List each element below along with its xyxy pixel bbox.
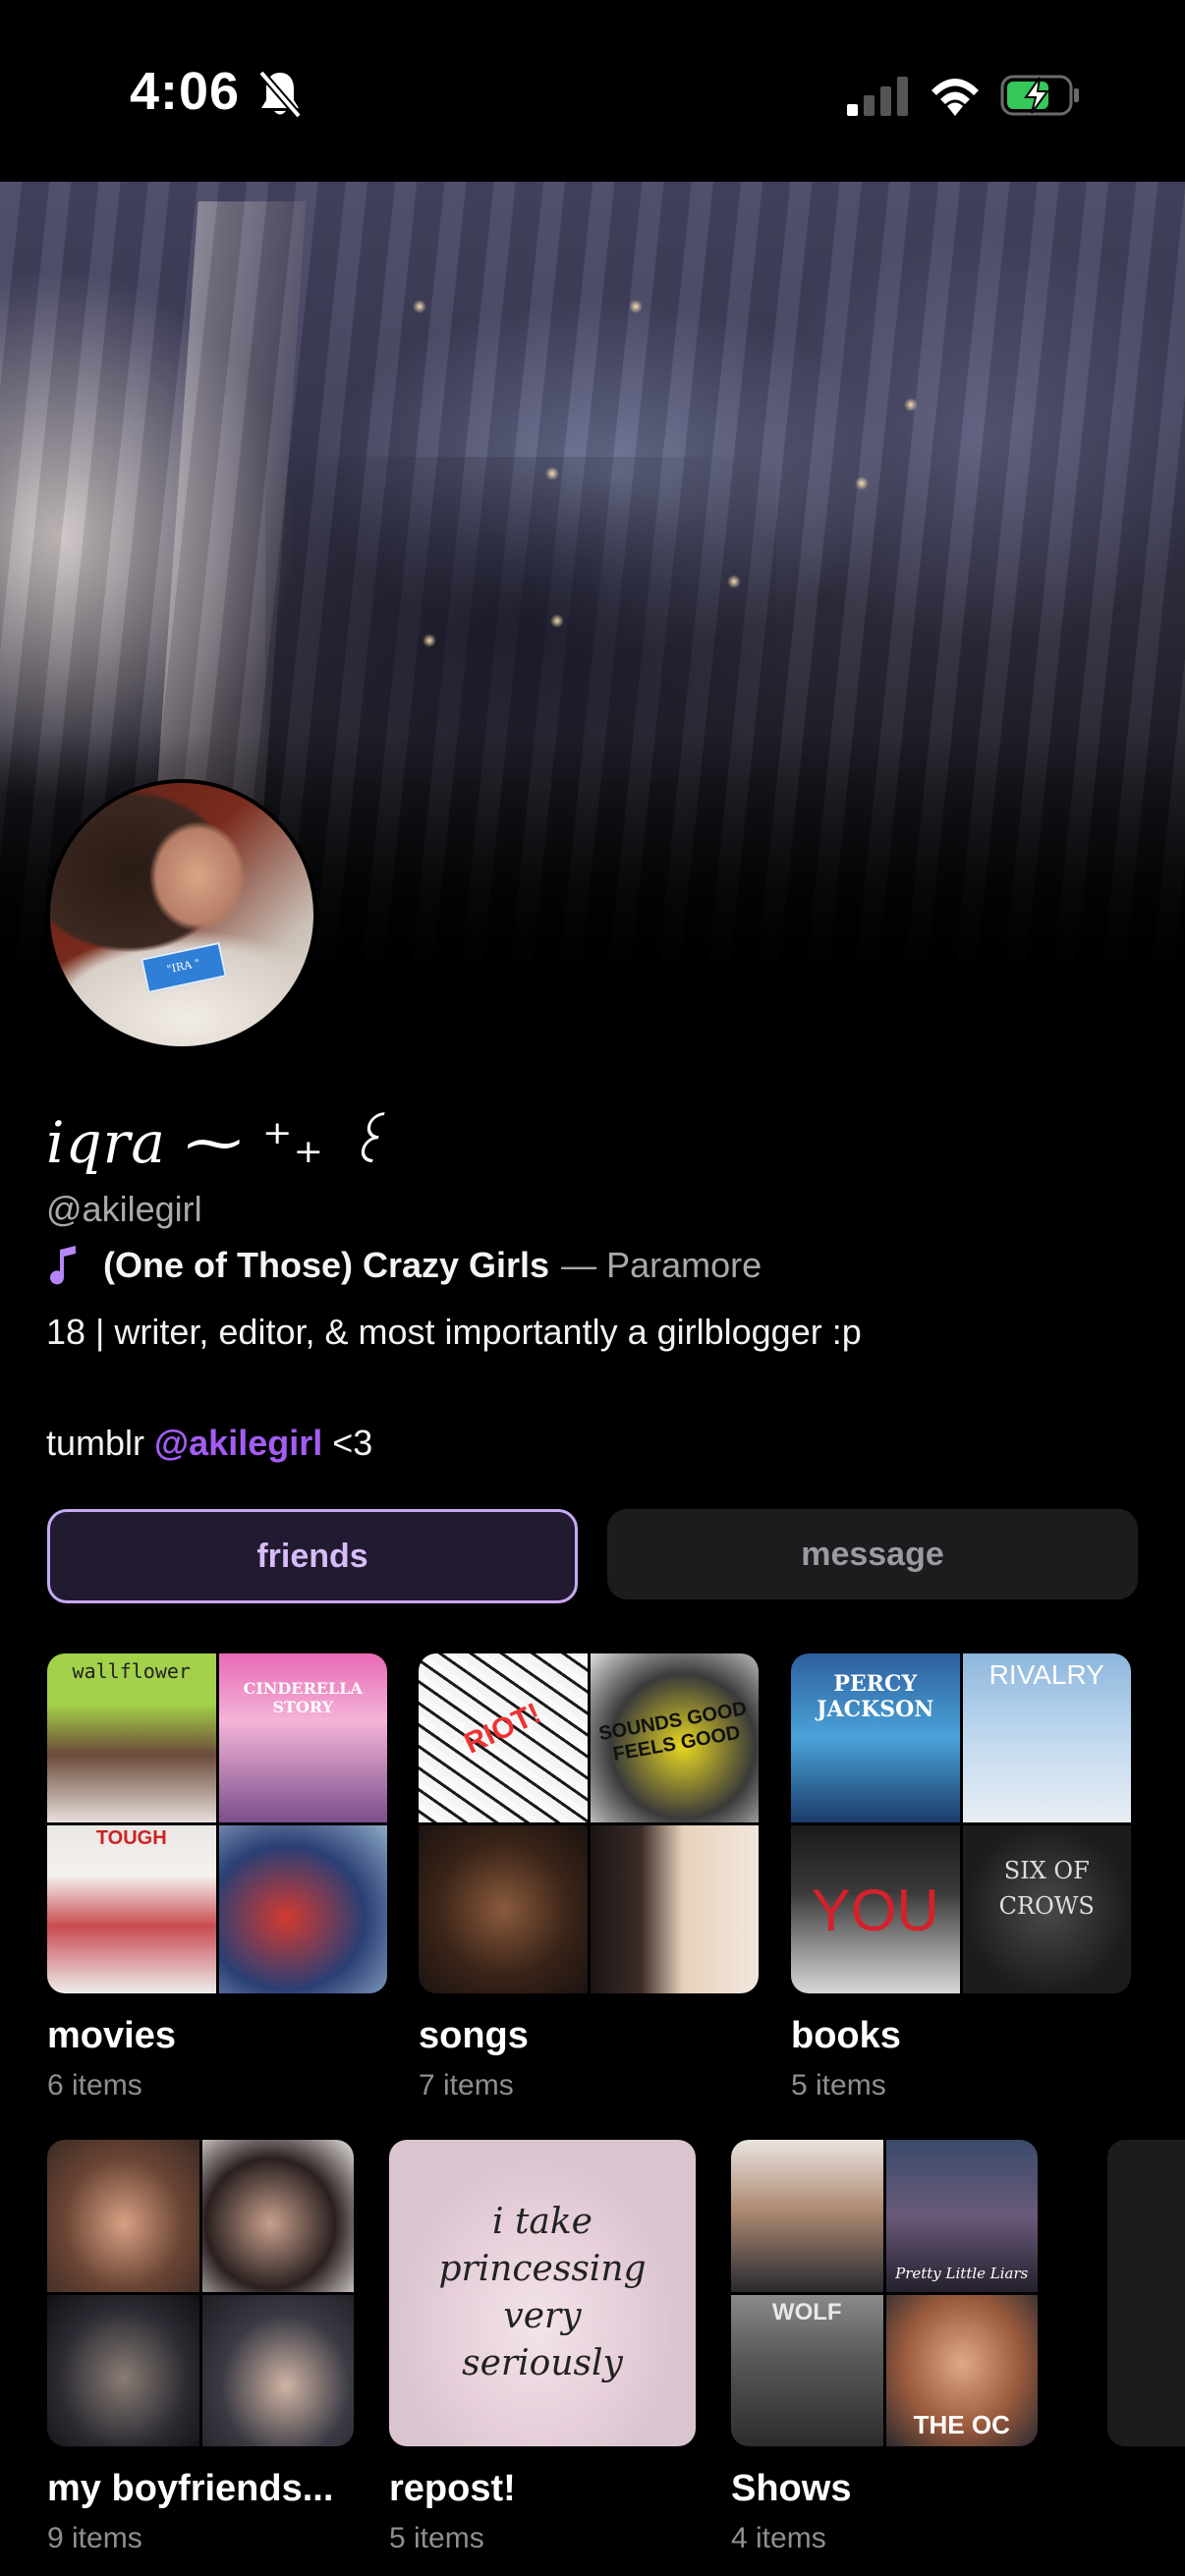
avatar-card: "IRA " <box>141 941 227 994</box>
cover-sounds-good-feels-good: SOUNDS GOOD FEELS GOOD <box>590 1653 759 1822</box>
tumblr-link-line: tumblr @akilegirl <3 <box>46 1423 372 1464</box>
bio: 18 | writer, editor, & most importantly … <box>46 1312 862 1352</box>
cellular-signal-icon <box>847 77 908 116</box>
now-playing[interactable]: (One of Those) Crazy Girls — Paramore <box>46 1245 762 1286</box>
collection-peek-next[interactable] <box>1107 2140 1185 2446</box>
collection-count: 5 items <box>791 2069 886 2101</box>
song-separator: — <box>561 1245 597 1285</box>
cover-john-tucker-must-die: TOUGH <box>47 1824 216 1993</box>
cover-photo-4 <box>201 2294 354 2446</box>
cover-photo-2 <box>201 2140 354 2292</box>
friends-button[interactable]: friends <box>47 1509 578 1603</box>
cover-song-art-3 <box>419 1824 588 1993</box>
collection-count: 6 items <box>47 2069 142 2101</box>
collection-count: 5 items <box>389 2522 484 2554</box>
cover-six-of-crows: SIX OF CROWS <box>962 1824 1131 1993</box>
collection-count: 7 items <box>419 2069 514 2101</box>
collection-thumbnail: wallflower CINDERELLA STORY TOUGH <box>47 1653 387 1993</box>
tumblr-prefix: tumblr <box>46 1423 145 1463</box>
username: @akilegirl <box>46 1189 202 1229</box>
collection-songs[interactable]: RIOT! SOUNDS GOOD FEELS GOOD songs 7 ite… <box>419 1653 759 2102</box>
collection-title: songs <box>419 2015 529 2056</box>
cover-rivalry: RIVALRY <box>962 1653 1131 1822</box>
cover-riot-paramore: RIOT! <box>419 1653 588 1822</box>
collection-my-boyfriends[interactable]: my boyfriends... 9 items <box>47 2140 354 2555</box>
display-name: iqra ⁓ ⁺₊ ꒰ <box>46 1109 389 1176</box>
bell-slash-icon <box>257 70 303 119</box>
collection-thumbnail: i take princessing very seriously <box>389 2140 696 2446</box>
banner-sparkle <box>413 300 426 313</box>
banner-sparkle <box>545 467 559 480</box>
cover-percy-jackson: PERCY JACKSON <box>791 1653 960 1822</box>
status-bar: 4:06 <box>0 0 1185 182</box>
repost-quote: i take princessing very seriously <box>438 2202 647 2383</box>
collection-shows[interactable]: Pretty Little Liars WOLF THE OC Shows 4 … <box>731 2140 1038 2555</box>
cover-teen-wolf: WOLF <box>731 2294 883 2446</box>
collection-count: 4 items <box>731 2522 826 2554</box>
collection-movies[interactable]: wallflower CINDERELLA STORY TOUGH movies… <box>47 1653 387 2102</box>
tumblr-suffix: <3 <box>332 1423 373 1463</box>
collection-title: movies <box>47 2015 176 2056</box>
tumblr-mention-link[interactable]: @akilegirl <box>154 1423 322 1463</box>
cover-the-oc: THE OC <box>885 2294 1038 2446</box>
banner-sparkle <box>423 634 436 647</box>
cover-perks-of-being-a-wallflower: wallflower <box>47 1653 216 1822</box>
cover-you: YOU <box>791 1824 960 1993</box>
cover-photo-3 <box>47 2294 199 2446</box>
banner-sparkle <box>727 575 741 588</box>
cover-song-art-4 <box>590 1824 759 1993</box>
collection-title: books <box>791 2015 901 2056</box>
collection-thumbnail <box>47 2140 354 2446</box>
collection-books[interactable]: PERCY JACKSON RIVALRY YOU SIX OF CROWS b… <box>791 1653 1131 2102</box>
song-artist: Paramore <box>606 1245 762 1285</box>
cover-spider-man-homecoming <box>218 1824 387 1993</box>
collection-title: repost! <box>389 2468 516 2509</box>
collection-thumbnail: PERCY JACKSON RIVALRY YOU SIX OF CROWS <box>791 1653 1131 1993</box>
music-note-icon <box>50 1246 76 1285</box>
cover-pretty-little-liars: Pretty Little Liars <box>885 2140 1038 2292</box>
cover-bones <box>731 2140 883 2292</box>
song-title: (One of Those) Crazy Girls <box>103 1245 550 1285</box>
collection-title: my boyfriends... <box>47 2468 334 2509</box>
status-time: 4:06 <box>130 62 241 121</box>
collection-title: Shows <box>731 2468 852 2509</box>
message-button[interactable]: message <box>607 1509 1138 1599</box>
banner-sparkle <box>550 614 564 628</box>
banner-sparkle <box>904 398 918 412</box>
battery-charging-icon <box>1000 75 1079 116</box>
avatar[interactable]: "IRA " <box>46 779 317 1050</box>
cover-photo-1 <box>47 2140 199 2292</box>
banner-sparkle <box>855 476 869 490</box>
collection-thumbnail: Pretty Little Liars WOLF THE OC <box>731 2140 1038 2446</box>
collection-thumbnail: RIOT! SOUNDS GOOD FEELS GOOD <box>419 1653 759 1993</box>
cover-cinderella-story: CINDERELLA STORY <box>218 1653 387 1822</box>
banner-sparkle <box>629 300 643 313</box>
profile-screen: 4:06 "IRA " iqra ⁓ ⁺₊ ꒰ @akilegirl (One … <box>0 0 1185 2576</box>
wifi-icon <box>931 79 979 116</box>
collection-count: 9 items <box>47 2522 142 2554</box>
collection-repost[interactable]: i take princessing very seriously repost… <box>389 2140 696 2555</box>
